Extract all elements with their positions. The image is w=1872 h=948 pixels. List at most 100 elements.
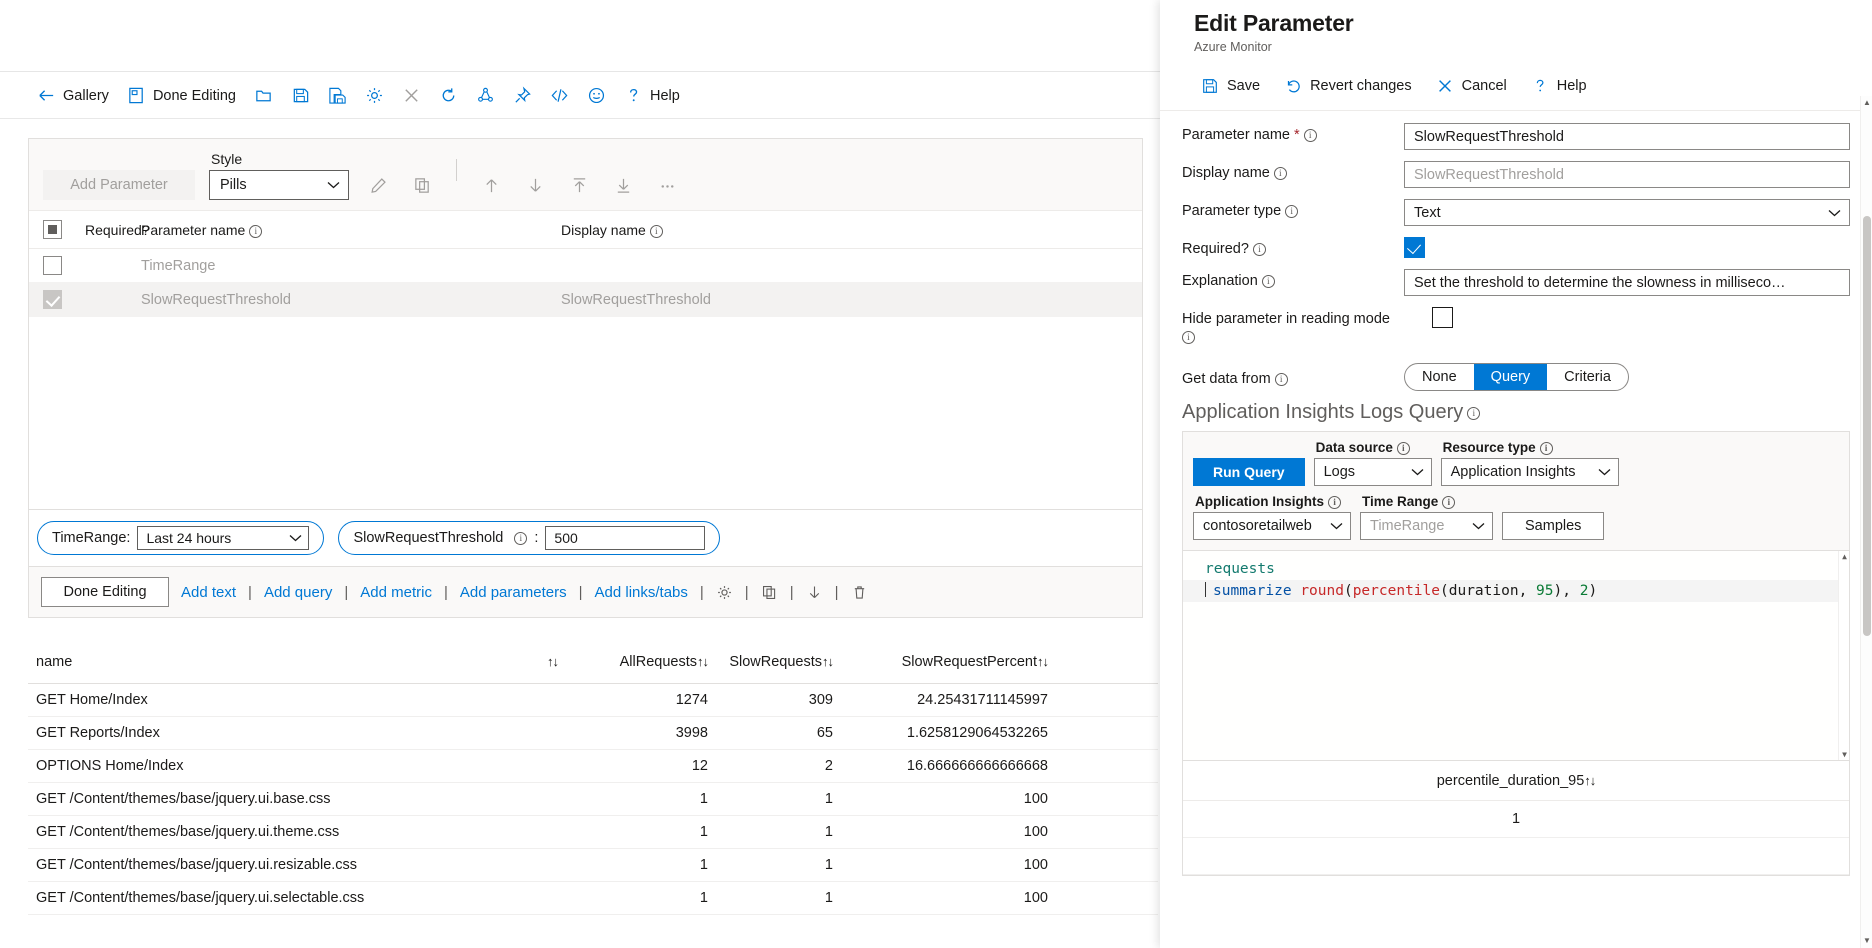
scroll-down-arrow-icon[interactable]: ▼ (1839, 749, 1849, 760)
kql-editor[interactable]: requests summarize round(percentile(dura… (1183, 550, 1849, 760)
pin-button[interactable] (504, 82, 541, 109)
display-name-field[interactable]: SlowRequestThreshold (1404, 161, 1850, 188)
info-icon[interactable]: i (1304, 129, 1317, 142)
timerange-select[interactable]: Last 24 hours (137, 526, 309, 550)
table-row[interactable]: GET /Content/themes/base/jquery.ui.resiz… (28, 849, 1158, 882)
column-required[interactable]: Required? (85, 222, 141, 238)
table-row[interactable]: GET /Content/themes/base/jquery.ui.selec… (28, 882, 1158, 915)
add-metric-link[interactable]: Add metric (360, 584, 432, 601)
info-icon[interactable]: i (514, 532, 527, 545)
application-insights-select[interactable]: contosoretailweb (1193, 512, 1351, 540)
option-none[interactable]: None (1405, 364, 1474, 390)
column-header-allrequests-label-cell[interactable]: AllRequests↑↓ (558, 654, 708, 670)
data-source-select[interactable]: Logs (1314, 458, 1432, 486)
style-select[interactable]: Pills (209, 170, 349, 200)
info-icon[interactable]: i (1442, 496, 1455, 509)
share-button[interactable] (467, 82, 504, 109)
revert-changes-button[interactable]: Revert changes (1273, 72, 1423, 100)
table-row[interactable]: GET /Content/themes/base/jquery.ui.base.… (28, 783, 1158, 816)
table-row[interactable]: SlowRequestThreshold SlowRequestThreshol… (29, 283, 1142, 317)
option-criteria[interactable]: Criteria (1547, 364, 1628, 390)
cancel-button[interactable]: Cancel (1425, 72, 1518, 100)
add-links-tabs-link[interactable]: Add links/tabs (595, 584, 688, 601)
table-row[interactable]: GET Reports/Index 3998 65 1.625812906453… (28, 717, 1158, 750)
info-icon[interactable]: i (650, 225, 663, 238)
scrollbar-thumb[interactable] (1863, 216, 1871, 636)
info-icon[interactable]: i (1467, 407, 1480, 420)
editor-scrollbar[interactable]: ▲ ▼ (1838, 551, 1849, 760)
clone-parameter-button[interactable] (407, 170, 437, 200)
table-row[interactable]: OPTIONS Home/Index 12 2 16.6666666666666… (28, 750, 1158, 783)
required-checkbox[interactable] (1404, 237, 1425, 258)
resource-type-select[interactable]: Application Insights (1441, 458, 1619, 486)
row-checkbox[interactable] (43, 290, 85, 309)
table-row[interactable]: GET Home/Index 1274 309 24.2543171114599… (28, 684, 1158, 717)
table-row[interactable]: TimeRange (29, 249, 1142, 283)
scroll-up-arrow-icon[interactable]: ▲ (1861, 96, 1872, 110)
hide-parameter-checkbox[interactable] (1432, 307, 1453, 328)
explanation-field[interactable]: Set the threshold to determine the slown… (1404, 269, 1850, 296)
column-header-slowrequestpercent[interactable]: SlowRequestPercent↑↓ (833, 654, 1048, 670)
column-display-name[interactable]: Display namei (561, 222, 981, 238)
move-down-icon[interactable] (806, 584, 823, 601)
gallery-button[interactable]: Gallery (28, 82, 118, 109)
help-button[interactable]: Help (1520, 72, 1598, 100)
save-button[interactable]: Save (1190, 72, 1271, 100)
edit-parameter-button[interactable] (363, 170, 393, 200)
option-query[interactable]: Query (1474, 364, 1548, 390)
delete-icon[interactable] (851, 584, 868, 601)
info-icon[interactable]: i (1262, 275, 1275, 288)
table-row[interactable]: GET /Content/themes/base/jquery.ui.theme… (28, 816, 1158, 849)
info-icon[interactable]: i (1285, 205, 1298, 218)
parameter-name-field[interactable]: SlowRequestThreshold (1404, 123, 1850, 150)
threshold-input[interactable]: 500 (545, 526, 705, 550)
scroll-down-arrow-icon[interactable]: ▼ (1861, 934, 1872, 948)
done-editing-step-button[interactable]: Done Editing (41, 577, 169, 607)
add-text-link[interactable]: Add text (181, 584, 236, 601)
column-header-slowrequests[interactable]: SlowRequests↑↓ (708, 654, 833, 670)
move-up-button[interactable] (476, 170, 506, 200)
info-icon[interactable]: i (1540, 442, 1553, 455)
query-results-header[interactable]: percentile_duration_95↑↓ (1183, 761, 1849, 801)
timerange-pill[interactable]: TimeRange: Last 24 hours (37, 521, 324, 555)
help-button[interactable]: Help (615, 82, 689, 109)
info-icon[interactable]: i (1275, 373, 1288, 386)
info-icon[interactable]: i (1274, 167, 1287, 180)
info-icon[interactable]: i (249, 225, 262, 238)
done-editing-button[interactable]: Done Editing (118, 82, 245, 109)
add-parameter-button[interactable]: Add Parameter (43, 170, 195, 200)
slowrequestthreshold-pill[interactable]: SlowRequestThresholdi : 500 (338, 521, 720, 555)
more-options-button[interactable] (652, 170, 682, 200)
samples-button[interactable]: Samples (1502, 512, 1604, 540)
column-header-name[interactable]: name (28, 654, 418, 670)
info-icon[interactable]: i (1253, 243, 1266, 256)
move-down-button[interactable] (520, 170, 550, 200)
info-icon[interactable]: i (1397, 442, 1410, 455)
select-all-checkbox[interactable] (43, 220, 85, 239)
code-button[interactable] (541, 82, 578, 109)
info-icon[interactable]: i (1328, 496, 1341, 509)
feedback-button[interactable] (578, 82, 615, 109)
row-checkbox[interactable] (43, 256, 85, 275)
add-parameters-link[interactable]: Add parameters (460, 584, 567, 601)
column-header-allrequests[interactable]: ↑↓ (418, 654, 558, 670)
info-icon[interactable]: i (1182, 331, 1195, 344)
settings-button[interactable] (356, 82, 393, 109)
panel-scrollbar[interactable]: ▲ ▼ (1860, 96, 1872, 948)
move-bottom-button[interactable] (608, 170, 638, 200)
run-query-button[interactable]: Run Query (1193, 458, 1305, 486)
parameter-type-select[interactable]: Text (1404, 199, 1850, 226)
save-as-button[interactable] (319, 82, 356, 109)
refresh-button[interactable] (430, 82, 467, 109)
scroll-up-arrow-icon[interactable]: ▲ (1839, 551, 1849, 562)
column-parameter-name[interactable]: Parameter namei (141, 222, 561, 238)
move-top-button[interactable] (564, 170, 594, 200)
clone-icon[interactable] (761, 584, 778, 601)
open-button[interactable] (245, 82, 282, 109)
save-button[interactable] (282, 82, 319, 109)
time-range-select[interactable]: TimeRange (1360, 512, 1493, 540)
explanation-value: Set the threshold to determine the slown… (1414, 275, 1786, 291)
close-button[interactable] (393, 82, 430, 109)
add-query-link[interactable]: Add query (264, 584, 332, 601)
gear-icon[interactable] (716, 584, 733, 601)
